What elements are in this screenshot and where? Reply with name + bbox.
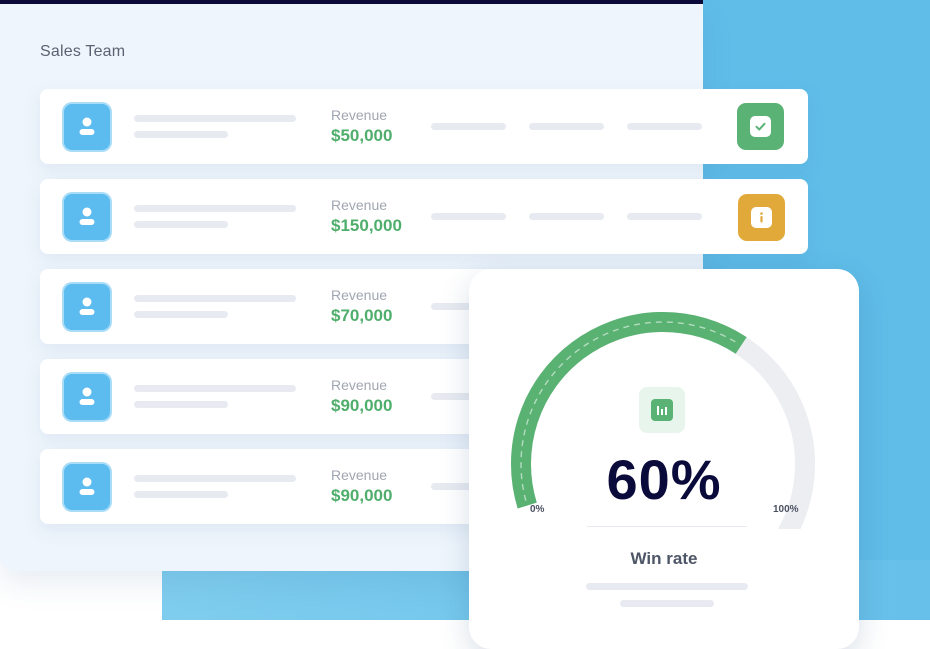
- revenue-value: $50,000: [331, 126, 393, 145]
- status-info-button[interactable]: [738, 194, 785, 241]
- detail-placeholder: [431, 213, 506, 220]
- description-placeholder: [620, 600, 714, 607]
- gauge-max-label: 100%: [773, 504, 799, 515]
- divider: [587, 526, 747, 527]
- win-rate-label: Win rate: [630, 549, 698, 568]
- revenue-label: Revenue: [331, 107, 388, 123]
- description-placeholder: [586, 583, 748, 590]
- user-avatar-icon: [64, 104, 110, 150]
- subtitle-placeholder: [134, 131, 228, 138]
- name-placeholder: [134, 475, 296, 482]
- subtitle-placeholder: [134, 491, 228, 498]
- gauge-min-label: 0%: [530, 504, 545, 515]
- subtitle-placeholder: [134, 401, 228, 408]
- panel-title: Sales Team: [40, 43, 126, 60]
- user-avatar-icon: [64, 374, 110, 420]
- detail-placeholder: [627, 123, 702, 130]
- status-approved-button[interactable]: [737, 103, 784, 150]
- subtitle-placeholder: [134, 221, 228, 228]
- revenue-label: Revenue: [331, 197, 388, 213]
- subtitle-placeholder: [134, 311, 228, 318]
- revenue-label: Revenue: [331, 467, 388, 483]
- info-icon: [751, 207, 772, 228]
- name-placeholder: [134, 115, 296, 122]
- detail-placeholder: [529, 213, 604, 220]
- detail-placeholder: [431, 123, 506, 130]
- team-member-row[interactable]: Revenue $50,000: [40, 89, 808, 164]
- user-avatar-icon: [64, 464, 110, 510]
- check-icon: [750, 116, 771, 137]
- win-rate-card: 60% 0% 100% Win rate: [469, 269, 859, 649]
- win-rate-value: 60%: [606, 448, 722, 511]
- name-placeholder: [134, 295, 296, 302]
- detail-placeholder: [627, 213, 702, 220]
- detail-placeholder: [529, 123, 604, 130]
- top-accent-bar: [0, 0, 703, 4]
- revenue-label: Revenue: [331, 377, 388, 393]
- user-avatar-icon: [64, 194, 110, 240]
- revenue-value: $70,000: [331, 306, 393, 325]
- revenue-value: $90,000: [331, 396, 393, 415]
- revenue-label: Revenue: [331, 287, 388, 303]
- revenue-value: $150,000: [331, 216, 402, 235]
- name-placeholder: [134, 385, 296, 392]
- revenue-value: $90,000: [331, 486, 393, 505]
- bar-chart-icon: [639, 387, 685, 433]
- team-member-row[interactable]: Revenue $150,000: [40, 179, 808, 254]
- name-placeholder: [134, 205, 296, 212]
- user-avatar-icon: [64, 284, 110, 330]
